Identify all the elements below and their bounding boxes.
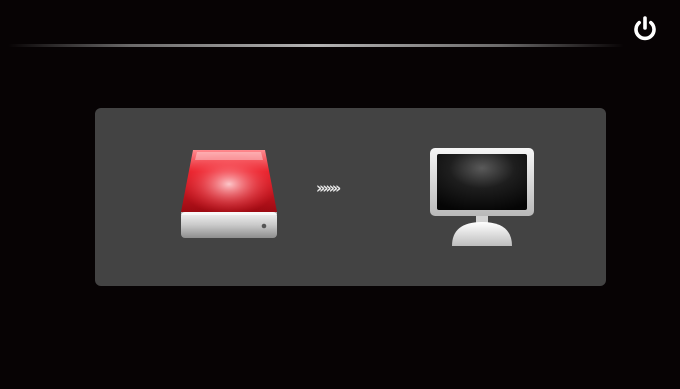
external-hard-drive-icon <box>181 150 277 238</box>
power-button[interactable] <box>630 14 660 44</box>
computer-monitor-icon <box>430 148 534 246</box>
transfer-panel: ››››››› <box>95 108 606 286</box>
screen: ››››››› <box>0 0 680 389</box>
power-icon <box>634 16 656 41</box>
transfer-direction-arrows: ››››››› <box>316 179 341 197</box>
header-divider <box>8 44 624 47</box>
